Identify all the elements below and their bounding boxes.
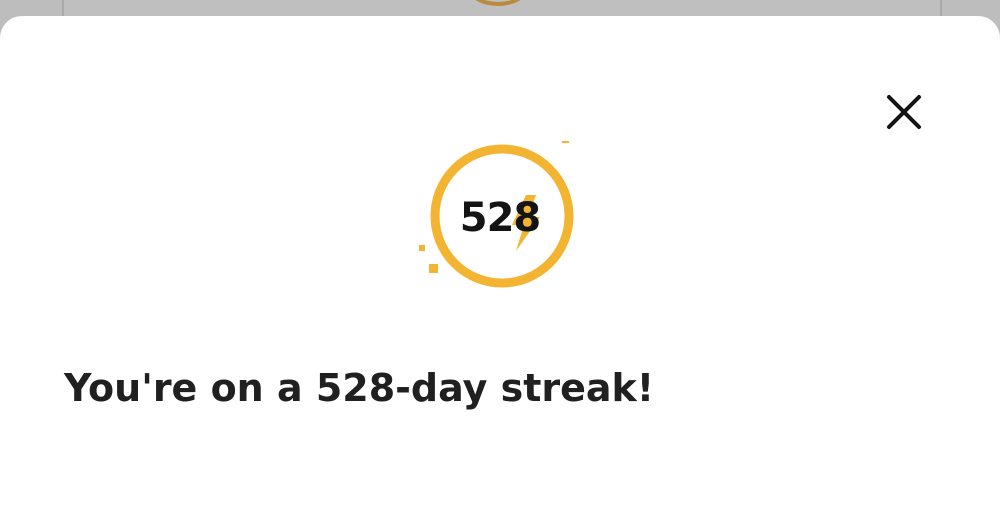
close-button[interactable] — [880, 88, 928, 136]
streak-message: You're on a 528-day streak! — [64, 366, 655, 410]
close-icon — [887, 95, 921, 129]
streak-count: 528 — [459, 195, 542, 241]
streak-dialog: 528 You're on a 528-day streak! — [0, 16, 1000, 514]
streak-badge: 528 — [408, 141, 588, 301]
